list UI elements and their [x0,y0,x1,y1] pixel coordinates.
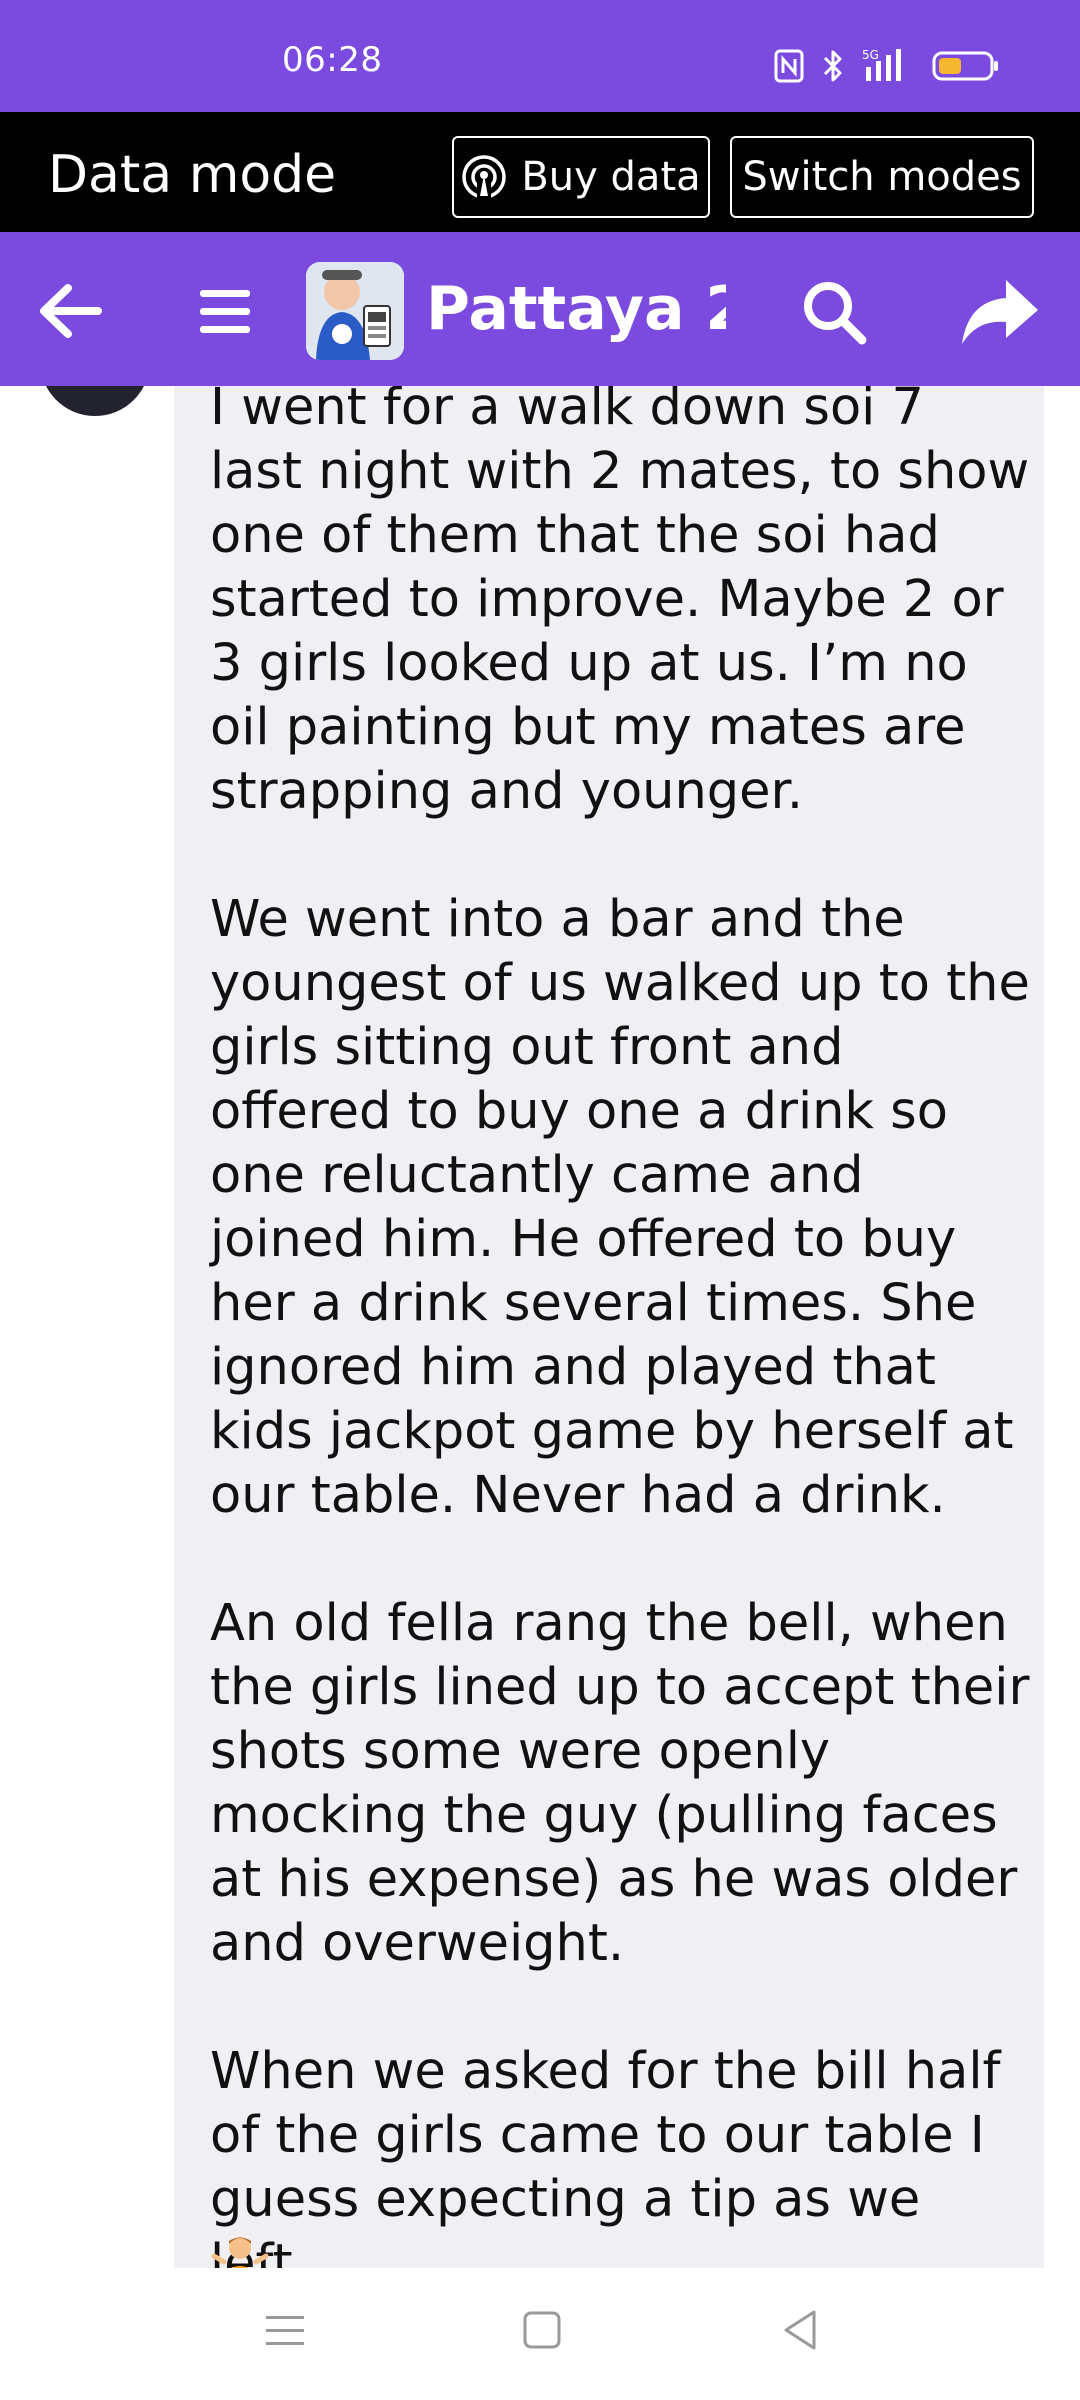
search-icon [804,282,867,345]
broadcast-icon [462,155,507,200]
menu-button[interactable] [196,276,254,346]
switch-modes-button[interactable]: Switch modes [730,136,1034,218]
nav-back-button[interactable] [780,2308,820,2356]
status-icons: 5G [774,46,1000,86]
back-button[interactable] [36,276,106,346]
thread-title: Pattaya 2... [426,274,726,344]
back-icon [784,2310,816,2350]
recent-apps-button[interactable] [264,2308,306,2356]
bluetooth-icon [823,50,842,82]
post-text: I went for a walk down soi 7 last night … [210,386,1030,2268]
status-time: 06:28 [282,40,383,80]
data-mode-bar: Data mode Buy data Switch modes [0,112,1080,232]
nfc-icon [774,49,804,83]
home-icon [523,2311,561,2349]
hamburger-menu-icon [200,290,250,333]
cartoon-avatar-icon [306,262,404,360]
status-bar: 06:28 5G [0,0,1080,112]
network-label: 5G [862,48,879,62]
thread-content[interactable]: I went for a walk down soi 7 last night … [0,386,1080,2268]
share-button[interactable] [960,276,1040,348]
home-button[interactable] [522,2308,562,2356]
recent-apps-icon [266,2316,304,2345]
system-nav-bar [0,2268,1080,2400]
post-bubble: I went for a walk down soi 7 last night … [174,386,1044,2268]
data-mode-title: Data mode [48,145,337,205]
buy-data-label: Buy data [521,154,701,200]
search-button[interactable] [798,276,870,348]
switch-modes-label: Switch modes [742,154,1022,200]
back-arrow-icon [40,284,102,338]
buy-data-button[interactable]: Buy data [452,136,710,218]
app-bar: Pattaya 2... [0,232,1080,386]
share-icon [962,280,1038,344]
thread-avatar[interactable] [306,262,404,360]
author-avatar[interactable] [40,386,150,416]
person-shrugging-icon [211,2237,269,2268]
signal-icon: 5G [862,48,901,81]
battery-icon [932,51,998,81]
